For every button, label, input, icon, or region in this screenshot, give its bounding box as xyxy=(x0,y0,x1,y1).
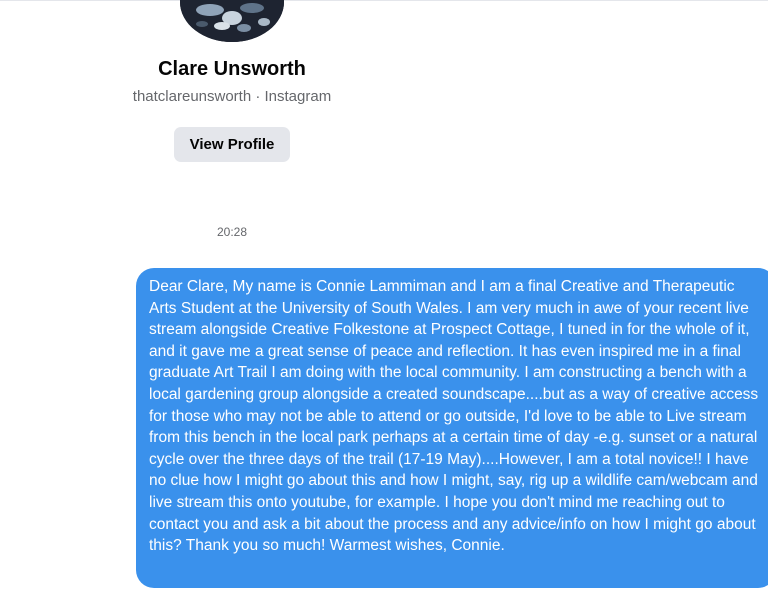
profile-name: Clare Unsworth xyxy=(158,58,306,80)
message-timestamp: 20:28 xyxy=(216,225,248,239)
avatar-image xyxy=(180,0,284,42)
message-bubble[interactable]: Dear Clare, My name is Connie Lammiman a… xyxy=(136,268,768,588)
header-divider xyxy=(0,0,768,1)
view-profile-button[interactable]: View Profile xyxy=(174,127,290,162)
profile-subtitle: thatclareunsworth · Instagram xyxy=(132,88,332,105)
avatar[interactable] xyxy=(180,0,284,42)
